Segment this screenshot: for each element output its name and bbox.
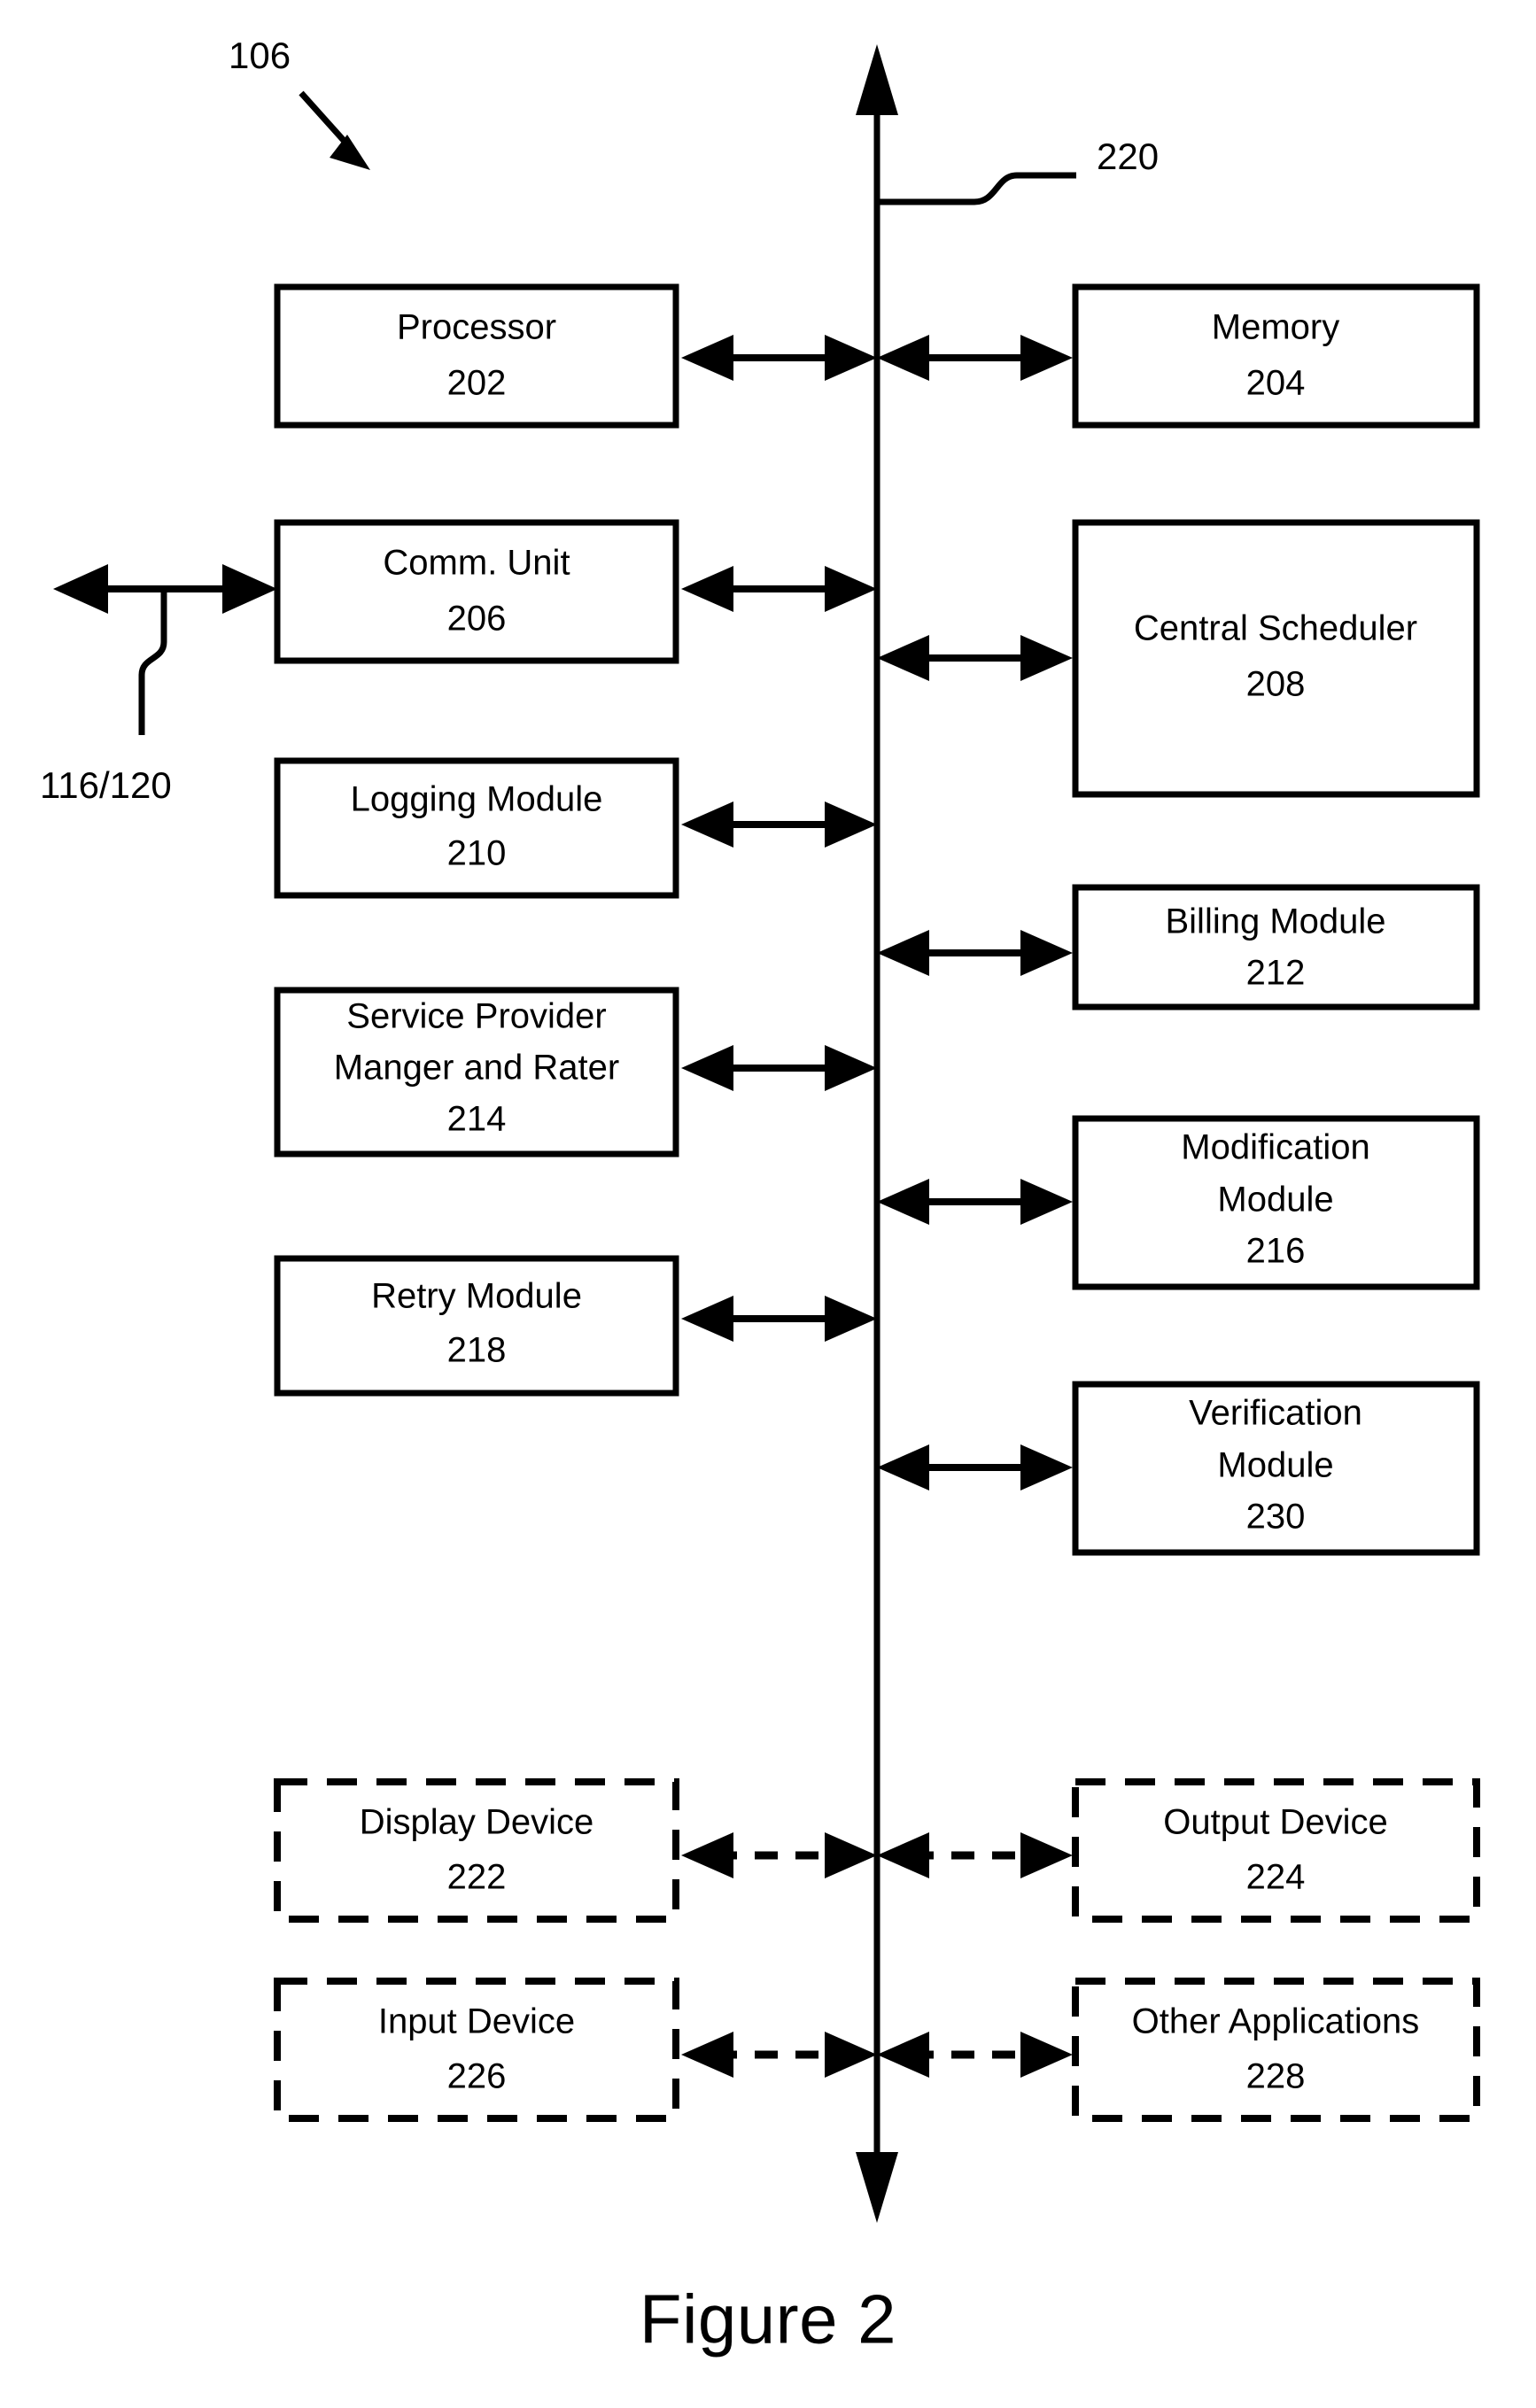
external-link-connector: 116/120 <box>40 564 277 806</box>
verification-module-label-line1: Verification <box>1189 1394 1362 1433</box>
verification-module-block[interactable]: Verification Module 230 <box>1072 1381 1480 1556</box>
connector-logging-bus <box>681 801 877 848</box>
billing-module-label: Billing Module <box>1165 902 1385 941</box>
central-scheduler-ref: 208 <box>1246 665 1306 704</box>
connector-bus-centralscheduler <box>877 635 1073 681</box>
service-provider-ref: 214 <box>447 1100 507 1139</box>
service-provider-label-line2: Manger and Rater <box>334 1049 619 1088</box>
modification-module-label-line2: Module <box>1217 1181 1333 1219</box>
retry-module-ref: 218 <box>447 1331 507 1370</box>
comm-unit-ref: 206 <box>447 600 507 639</box>
service-provider-block[interactable]: Service Provider Manger and Rater 214 <box>274 987 679 1158</box>
modification-module-ref: 216 <box>1246 1232 1306 1271</box>
display-device-ref: 222 <box>447 1858 507 1897</box>
retry-module-block[interactable]: Retry Module 218 <box>274 1255 679 1397</box>
other-applications-block[interactable]: Other Applications 228 <box>1072 1978 1480 2122</box>
comm-unit-label: Comm. Unit <box>383 544 570 583</box>
memory-block[interactable]: Memory 204 <box>1072 283 1480 429</box>
billing-module-block[interactable]: Billing Module 212 <box>1072 884 1480 1010</box>
logging-module-block[interactable]: Logging Module 210 <box>274 757 679 899</box>
output-device-label: Output Device <box>1163 1803 1387 1842</box>
logging-module-label: Logging Module <box>351 780 603 819</box>
modification-module-label-line1: Modification <box>1181 1128 1369 1167</box>
connector-processor-bus <box>681 335 877 381</box>
system-ref-arrowhead <box>330 135 370 170</box>
logging-module-ref: 210 <box>447 834 507 873</box>
memory-ref: 204 <box>1246 364 1306 403</box>
comm-unit-block[interactable]: Comm. Unit 206 <box>274 519 679 664</box>
patent-figure-2: 220 106 Processor 202 Memory 204 Comm. U… <box>0 0 1536 2408</box>
display-device-label: Display Device <box>360 1803 594 1842</box>
external-link-ref-label: 116/120 <box>40 764 172 806</box>
system-bus-top-arrowhead <box>856 44 898 115</box>
connector-bus-output <box>877 1832 1073 1878</box>
connector-bus-billing <box>877 930 1073 976</box>
bus-leader-line <box>877 172 1076 205</box>
connector-bus-memory <box>877 335 1073 381</box>
billing-module-ref: 212 <box>1246 954 1306 993</box>
external-link-leader <box>138 589 167 735</box>
connector-input-bus <box>681 2032 877 2078</box>
connector-serviceprovider-bus <box>681 1045 877 1091</box>
display-device-block[interactable]: Display Device 222 <box>274 1778 679 1923</box>
system-reference-callout: 106 <box>229 35 370 170</box>
central-scheduler-label: Central Scheduler <box>1134 609 1417 648</box>
verification-module-label-line2: Module <box>1217 1446 1333 1485</box>
bus-ref-label: 220 <box>1097 135 1159 177</box>
system-ref-label: 106 <box>229 35 291 76</box>
modification-module-block[interactable]: Modification Module 216 <box>1072 1115 1480 1290</box>
block-diagram-canvas: 220 106 Processor 202 Memory 204 Comm. U… <box>40 35 1480 2358</box>
central-scheduler-box[interactable] <box>1072 519 1480 798</box>
processor-label: Processor <box>397 308 556 347</box>
input-device-ref: 226 <box>447 2057 507 2096</box>
retry-module-label: Retry Module <box>371 1277 582 1316</box>
connector-bus-modification <box>877 1179 1073 1225</box>
output-device-block[interactable]: Output Device 224 <box>1072 1778 1480 1923</box>
verification-module-ref: 230 <box>1246 1498 1306 1537</box>
output-device-ref: 224 <box>1246 1858 1306 1897</box>
input-device-label: Input Device <box>378 2002 575 2041</box>
connector-bus-verification <box>877 1444 1073 1490</box>
service-provider-label-line1: Service Provider <box>346 997 606 1036</box>
connector-display-bus <box>681 1832 877 1878</box>
memory-label: Memory <box>1212 308 1339 347</box>
other-applications-label: Other Applications <box>1132 2002 1420 2041</box>
connector-retry-bus <box>681 1296 877 1342</box>
processor-ref: 202 <box>447 364 507 403</box>
processor-block[interactable]: Processor 202 <box>274 283 679 429</box>
other-applications-ref: 228 <box>1246 2057 1306 2096</box>
connector-bus-otherapps <box>877 2032 1073 2078</box>
connector-communit-bus <box>681 566 877 612</box>
input-device-block[interactable]: Input Device 226 <box>274 1978 679 2122</box>
system-bus-bottom-arrowhead <box>856 2152 898 2223</box>
figure-caption: Figure 2 <box>640 2280 896 2358</box>
central-scheduler-block[interactable]: Central Scheduler 208 <box>1072 519 1480 798</box>
